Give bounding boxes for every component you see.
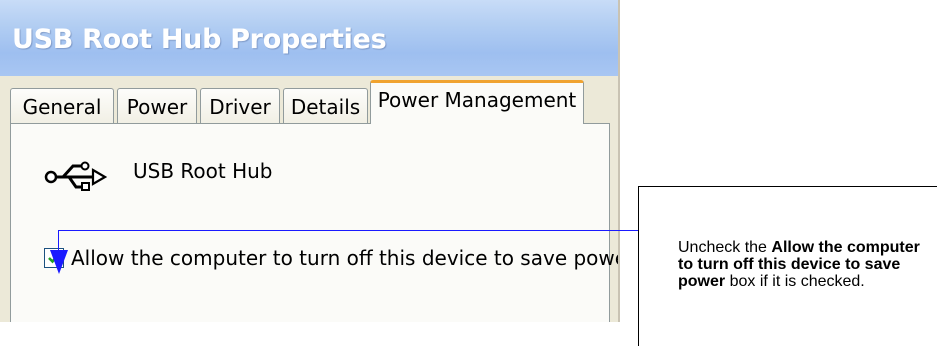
device-name: USB Root Hub	[133, 159, 273, 183]
allow-power-off-label[interactable]: Allow the computer to turn off this devi…	[71, 246, 618, 270]
callout-pointer-line	[58, 230, 59, 252]
tab-panel: USB Root Hub Allow the computer to turn …	[10, 123, 618, 322]
arrow-down-icon	[49, 250, 69, 279]
tab-strip: General Power Driver Details Power Manag…	[0, 76, 618, 124]
properties-dialog: USB Root Hub Properties General Power Dr…	[0, 0, 620, 322]
title-bar[interactable]: USB Root Hub Properties	[0, 0, 618, 76]
tab-details[interactable]: Details	[283, 88, 368, 124]
usb-icon	[43, 158, 108, 199]
tab-power[interactable]: Power	[117, 88, 197, 124]
callout-note: Uncheck the Allow the computer to turn o…	[678, 239, 920, 290]
callout-connector	[58, 230, 638, 231]
tab-general[interactable]: General	[10, 88, 114, 124]
tab-driver[interactable]: Driver	[200, 88, 280, 124]
window-title: USB Root Hub Properties	[12, 24, 387, 55]
tab-power-management[interactable]: Power Management	[370, 80, 584, 124]
